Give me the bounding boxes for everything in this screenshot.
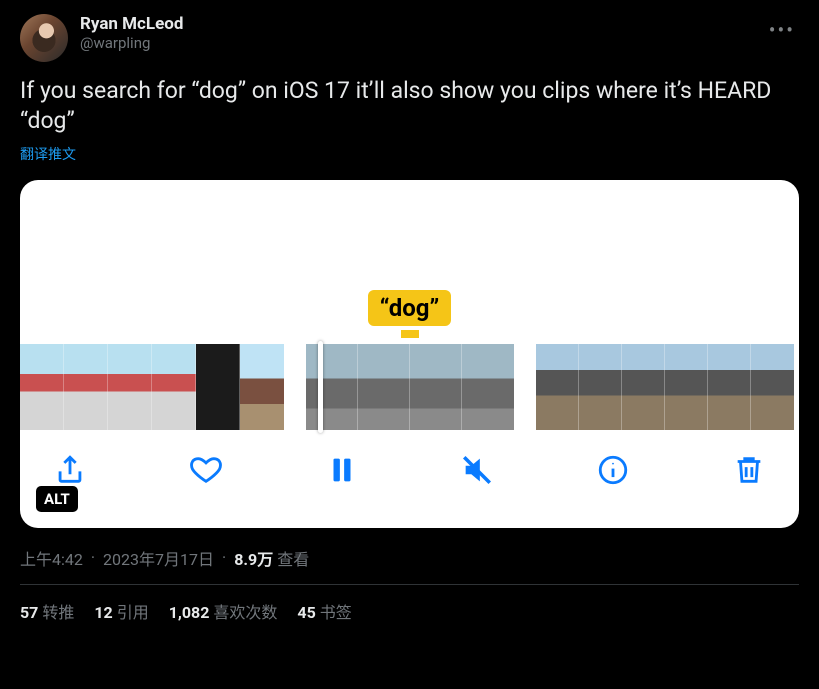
clip-group-1[interactable] — [20, 344, 284, 430]
search-token-marker — [20, 326, 799, 338]
clip-thumbnail[interactable] — [665, 344, 708, 430]
clip-thumbnail[interactable] — [708, 344, 751, 430]
clip-thumbnail[interactable] — [410, 344, 462, 430]
trash-icon[interactable] — [729, 450, 769, 490]
clip-thumbnail[interactable] — [579, 344, 622, 430]
bookmarks-stat[interactable]: 45 书签 — [297, 599, 351, 623]
clip-thumbnail[interactable] — [240, 344, 284, 430]
tweet-date[interactable]: 2023年7月17日 — [103, 546, 214, 570]
heart-icon[interactable] — [186, 450, 226, 490]
tweet-container: Ryan McLeod @warpling ••• If you search … — [0, 0, 819, 623]
author-display-name: Ryan McLeod — [80, 14, 753, 34]
media-empty-area — [20, 180, 799, 290]
likes-stat[interactable]: 1,082喜欢次数 — [169, 599, 278, 623]
playhead[interactable] — [318, 341, 323, 433]
bookmarks-count: 45 — [297, 603, 315, 622]
mute-icon[interactable] — [457, 450, 497, 490]
author-handle: @warpling — [80, 34, 753, 52]
clip-group-3[interactable] — [536, 344, 794, 430]
likes-count: 1,082 — [169, 603, 210, 622]
likes-label: 喜欢次数 — [213, 603, 277, 622]
clip-thumbnail[interactable] — [152, 344, 196, 430]
clip-thumbnail[interactable] — [196, 344, 240, 430]
quotes-stat[interactable]: 12 引用 — [94, 599, 148, 623]
search-token-label: “dog” — [368, 290, 452, 326]
clip-thumbnail[interactable] — [358, 344, 410, 430]
clip-thumbnail[interactable] — [108, 344, 152, 430]
clip-thumbnail[interactable] — [462, 344, 514, 430]
clip-group-2[interactable] — [306, 344, 514, 430]
media-card[interactable]: “dog” — [20, 180, 799, 528]
retweets-stat[interactable]: 57转推 — [20, 599, 74, 623]
video-timeline[interactable] — [20, 344, 799, 430]
retweets-count: 57 — [20, 603, 38, 622]
bookmarks-label: 书签 — [320, 603, 352, 622]
quotes-label: 引用 — [117, 603, 149, 622]
tweet-stats: 57转推 12 引用 1,082喜欢次数 45 书签 — [20, 599, 799, 623]
tweet-text: If you search for “dog” on iOS 17 it’ll … — [20, 76, 799, 136]
alt-badge[interactable]: ALT — [36, 486, 78, 512]
clip-thumbnail[interactable] — [64, 344, 108, 430]
media-toolbar — [20, 430, 799, 504]
separator-dot — [87, 548, 99, 567]
clip-thumbnail[interactable] — [20, 344, 64, 430]
translate-link[interactable]: 翻译推文 — [20, 144, 76, 164]
retweets-label: 转推 — [42, 603, 74, 622]
views-label: 查看 — [277, 546, 309, 570]
tweet-meta: 上午4:42 2023年7月17日 8.9万 查看 — [20, 546, 799, 570]
search-token-wrap: “dog” — [20, 290, 799, 326]
divider — [20, 584, 799, 585]
pause-icon[interactable] — [322, 450, 362, 490]
tweet-header: Ryan McLeod @warpling ••• — [20, 14, 799, 62]
separator-dot — [218, 548, 230, 567]
clip-thumbnail[interactable] — [306, 344, 358, 430]
info-icon[interactable] — [593, 450, 633, 490]
more-icon[interactable]: ••• — [765, 14, 799, 46]
clip-thumbnail[interactable] — [622, 344, 665, 430]
author-block[interactable]: Ryan McLeod @warpling — [80, 14, 753, 52]
quotes-count: 12 — [94, 603, 112, 622]
views-count: 8.9万 — [234, 546, 273, 570]
clip-thumbnail[interactable] — [751, 344, 794, 430]
tweet-time[interactable]: 上午4:42 — [20, 546, 83, 570]
clip-thumbnail[interactable] — [536, 344, 579, 430]
avatar[interactable] — [20, 14, 68, 62]
share-icon[interactable] — [50, 450, 90, 490]
